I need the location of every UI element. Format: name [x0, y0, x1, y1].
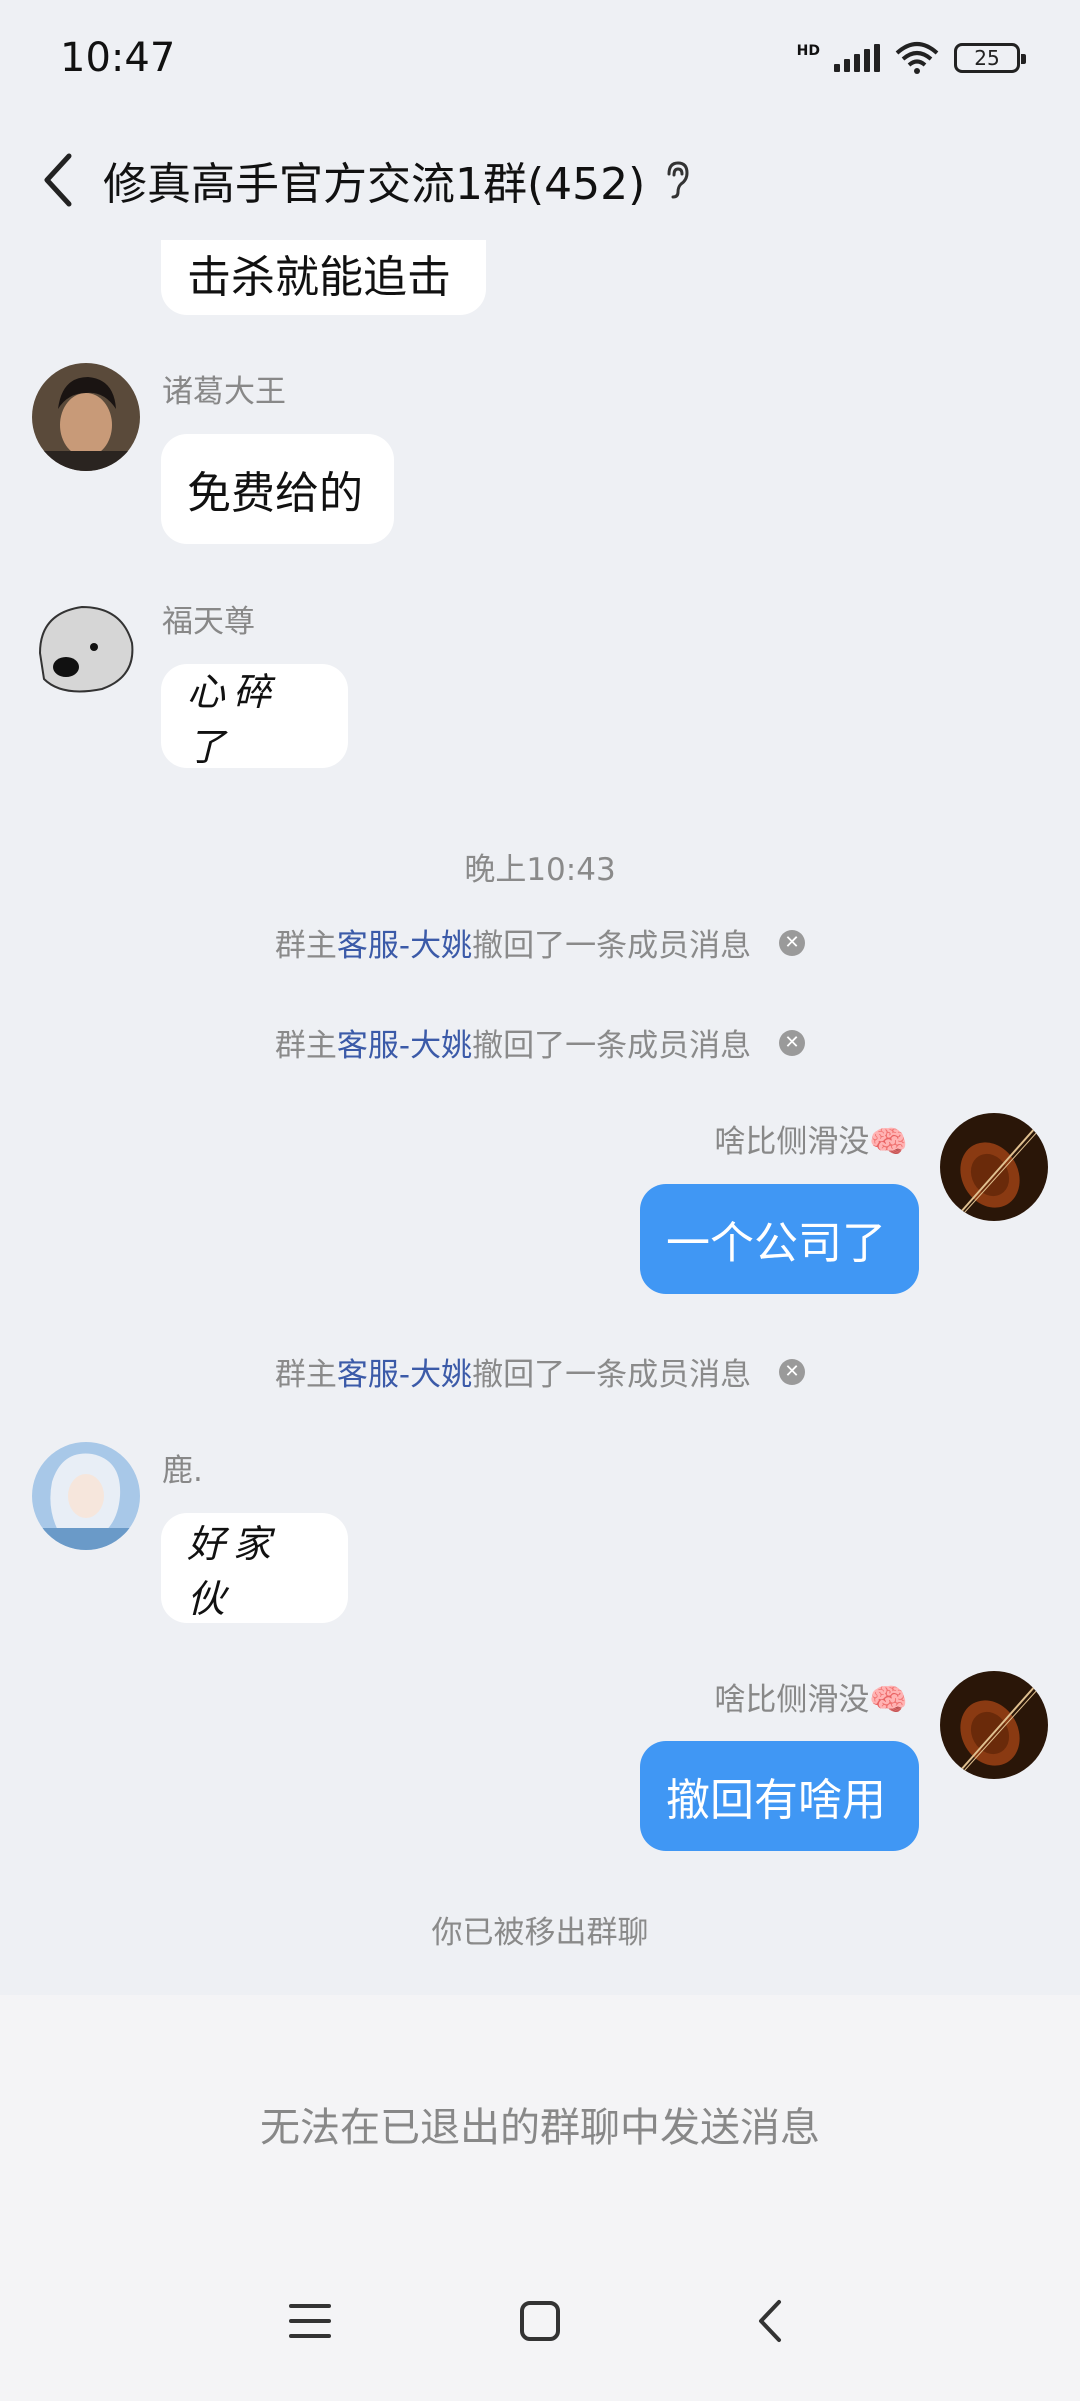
- message-bubble[interactable]: 一个公司了: [640, 1184, 919, 1294]
- message-text: 撤回有啥用: [666, 1775, 886, 1826]
- recall-suffix: 撤回了一条成员消息: [472, 1357, 752, 1393]
- sender-name: 诸葛大王: [162, 374, 286, 410]
- status-icons: HD 25: [796, 41, 1026, 75]
- recall-prefix: 群主: [274, 1357, 337, 1393]
- sender-name: 啥比侧滑没🧠: [714, 1124, 908, 1160]
- close-icon[interactable]: ✕: [779, 1358, 806, 1385]
- menu-icon: [289, 2304, 331, 2338]
- close-icon[interactable]: ✕: [779, 1029, 806, 1056]
- home-icon: [520, 2301, 560, 2341]
- recall-prefix: 群主: [274, 928, 337, 964]
- message-text: 免费给的: [187, 468, 363, 519]
- back-icon: [759, 2300, 781, 2342]
- system-back-button[interactable]: [655, 2281, 885, 2361]
- message-text: 击杀就能追击: [187, 251, 451, 303]
- chat-area[interactable]: 击杀就能追击 诸葛大王 免费给的 福天尊 心碎了 晚上10:43 群主 客服-大…: [0, 240, 1080, 1995]
- battery-icon: 25: [954, 42, 1026, 73]
- message-bubble[interactable]: 心碎了: [161, 664, 348, 769]
- system-nav-bar: [0, 2281, 1080, 2361]
- avatar[interactable]: [940, 1671, 1048, 1779]
- avatar[interactable]: [940, 1113, 1048, 1221]
- recall-notice: 群主 客服-大姚 撤回了一条成员消息 ✕: [0, 920, 1080, 965]
- close-icon[interactable]: ✕: [779, 929, 806, 956]
- chat-header: 修真高手官方交流1群(452): [0, 120, 1080, 240]
- menu-button[interactable]: [195, 2281, 425, 2361]
- recall-suffix: 撤回了一条成员消息: [472, 1028, 752, 1064]
- sender-name: 鹿.: [162, 1453, 203, 1489]
- avatar[interactable]: [32, 593, 140, 701]
- avatar[interactable]: [32, 363, 140, 471]
- message-text: 好家伙: [187, 1522, 280, 1621]
- sender-name: 福天尊: [162, 604, 255, 640]
- sender-name: 啥比侧滑没🧠: [714, 1682, 908, 1718]
- message-bubble[interactable]: 撤回有啥用: [640, 1741, 919, 1851]
- message-bubble[interactable]: 好家伙: [161, 1513, 348, 1623]
- recall-notice: 群主 客服-大姚 撤回了一条成员消息 ✕: [0, 1349, 1080, 1394]
- admin-link[interactable]: 客服-大姚: [337, 1349, 472, 1394]
- admin-link[interactable]: 客服-大姚: [337, 920, 472, 965]
- message-bubble[interactable]: 免费给的: [161, 434, 394, 544]
- chevron-left-icon: [44, 153, 72, 207]
- recall-suffix: 撤回了一条成员消息: [472, 928, 752, 964]
- group-title[interactable]: 修真高手官方交流1群(452): [103, 148, 645, 212]
- message-text: 心碎了: [187, 670, 280, 769]
- removed-notice: 你已被移出群聊: [431, 1915, 649, 1951]
- hd-label: HD: [796, 42, 820, 59]
- input-area: 无法在已退出的群聊中发送消息: [0, 1995, 1080, 2401]
- recall-prefix: 群主: [274, 1028, 337, 1064]
- back-button[interactable]: [35, 145, 81, 215]
- status-bar: 10:47 HD 25: [0, 0, 1080, 115]
- battery-level: 25: [974, 45, 1000, 70]
- wifi-icon: [895, 41, 939, 74]
- blocked-message: 无法在已退出的群聊中发送消息: [260, 2105, 820, 2151]
- status-time: 10:47: [60, 34, 176, 81]
- ear-icon[interactable]: [663, 160, 693, 200]
- signal-icon: [834, 43, 880, 72]
- message-text: 一个公司了: [666, 1218, 886, 1269]
- recall-notice: 群主 客服-大姚 撤回了一条成员消息 ✕: [0, 1020, 1080, 1065]
- home-button[interactable]: [425, 2281, 655, 2361]
- avatar[interactable]: [32, 1442, 140, 1550]
- admin-link[interactable]: 客服-大姚: [337, 1020, 472, 1065]
- timestamp: 晚上10:43: [464, 852, 616, 888]
- message-bubble[interactable]: 击杀就能追击: [161, 240, 486, 315]
